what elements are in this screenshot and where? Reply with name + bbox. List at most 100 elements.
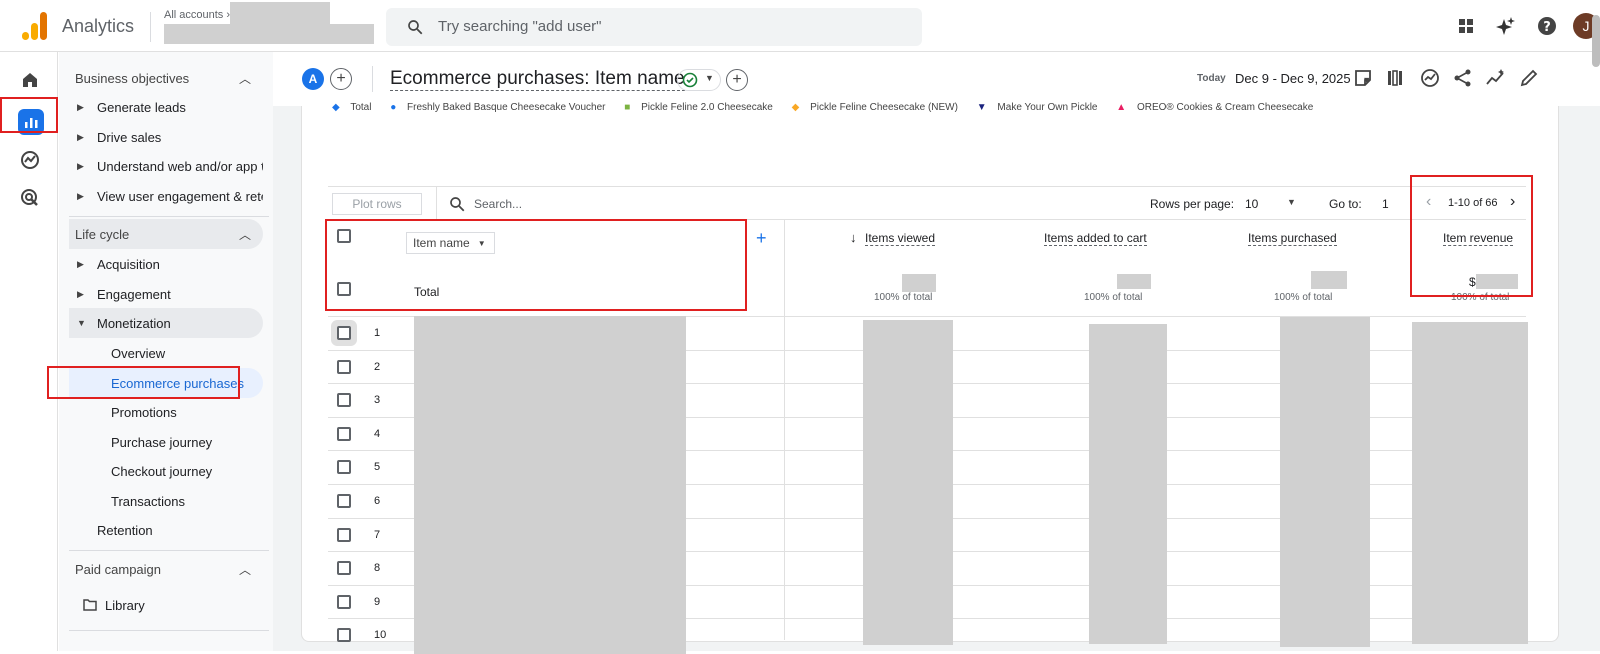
divider	[69, 216, 269, 217]
legend-item[interactable]: ■ Pickle Feline 2.0 Cheesecake	[624, 102, 781, 112]
square-marker-icon: ■	[624, 102, 631, 112]
legend-label: Total	[350, 102, 372, 112]
triangle-marker-icon: ▼	[976, 102, 987, 112]
comparison-avatar[interactable]: A	[302, 68, 324, 90]
insights-note-icon[interactable]	[1354, 69, 1372, 87]
sparkle-icon[interactable]	[1494, 14, 1518, 38]
sidebar-item-user-engagement[interactable]: ▶ View user engagement & rete...	[69, 181, 263, 211]
sidebar-item-label: View user engagement & rete...	[97, 188, 263, 204]
row-checkbox[interactable]	[337, 494, 351, 508]
legend-item[interactable]: ▼ Make Your Own Pickle	[977, 102, 1106, 112]
home-icon[interactable]	[20, 70, 40, 90]
section-paid-campaign[interactable]: Paid campaign ︿	[69, 554, 263, 584]
rows-per-page-select[interactable]: 10 ▼	[1245, 197, 1305, 211]
redacted-items-purchased	[1280, 317, 1370, 647]
sidebar-item-library[interactable]: Library	[69, 590, 263, 620]
explore-icon[interactable]	[20, 150, 40, 170]
analytics-logo-icon[interactable]	[22, 12, 48, 40]
sidebar-item-checkout-journey[interactable]: Checkout journey	[69, 456, 263, 486]
pct-of-total: 100% of total	[1274, 292, 1333, 303]
metric-header-items-viewed[interactable]: Items viewed	[865, 231, 936, 246]
sidebar-item-engagement[interactable]: ▶ Engagement	[69, 279, 263, 309]
circle-marker-icon: ●	[390, 102, 397, 112]
breadcrumb[interactable]: All accounts ›	[164, 9, 230, 21]
expand-triangle-icon: ▶	[77, 101, 84, 112]
table-search-input[interactable]: Search...	[474, 197, 522, 211]
caret-down-icon: ▼	[1287, 197, 1296, 207]
legend-item[interactable]: ▲ OREO® Cookies & Cream Cheesecake	[1116, 102, 1321, 112]
row-number: 1	[374, 327, 381, 339]
chart-legend: ◆ Total ● Freshly Baked Basque Cheesecak…	[332, 102, 1329, 112]
legend-item[interactable]: ● Freshly Baked Basque Cheesecake Vouche…	[390, 102, 613, 112]
date-preset-label[interactable]: Today	[1197, 73, 1226, 84]
sidebar-item-monetization[interactable]: ▼ Monetization	[69, 308, 263, 338]
sidebar-item-promotions[interactable]: Promotions	[69, 397, 263, 427]
goto-input[interactable]: 1	[1382, 197, 1389, 211]
section-life-cycle[interactable]: Life cycle ︿	[69, 219, 263, 249]
row-checkbox[interactable]	[337, 326, 351, 340]
edit-pencil-icon[interactable]	[1519, 68, 1539, 88]
advertising-icon[interactable]	[20, 188, 40, 208]
legend-label: Pickle Feline Cheesecake (NEW)	[810, 102, 958, 112]
row-checkbox[interactable]	[337, 527, 351, 542]
row-number: 3	[374, 394, 381, 407]
highlight-box-total-row	[325, 219, 747, 311]
search-input[interactable]: Try searching "add user"	[386, 8, 922, 46]
compare-trend-icon[interactable]	[1420, 68, 1440, 88]
sidebar-item-transactions[interactable]: Transactions	[69, 486, 263, 516]
sidebar-item-acquisition[interactable]: ▶ Acquisition	[69, 249, 263, 279]
plot-rows-button[interactable]: Plot rows	[332, 193, 422, 215]
svg-text:?: ?	[1543, 20, 1551, 35]
sidebar-item-understand-web[interactable]: ▶ Understand web and/or app t...	[69, 151, 263, 181]
sidebar: Business objectives ︿ ▶ Generate leads ▶ Dr…	[47, 52, 273, 651]
sidebar-item-retention[interactable]: Retention	[69, 515, 263, 545]
sidebar-item-drive-sales[interactable]: ▶ Drive sales	[69, 122, 263, 152]
redacted-property-name	[164, 24, 374, 44]
report-title-bar: A + Ecommerce purchases: Item name ▼ + T…	[273, 52, 1600, 106]
page-scrollbar[interactable]	[1592, 15, 1600, 67]
sidebar-item-label: Engagement	[97, 286, 171, 302]
sidebar-item-label: Generate leads	[97, 99, 186, 115]
row-checkbox[interactable]	[337, 561, 351, 576]
row-checkbox[interactable]	[337, 460, 351, 475]
metric-header-items-added-to-cart[interactable]: Items added to cart	[1044, 231, 1147, 246]
app-title[interactable]: Analytics	[62, 16, 134, 37]
sidebar-item-purchase-journey[interactable]: Purchase journey	[69, 427, 263, 457]
section-label: Life cycle	[75, 226, 130, 242]
main-content: A + Ecommerce purchases: Item name ▼ + T…	[273, 52, 1600, 654]
chevron-up-icon: ︿	[238, 227, 251, 242]
add-dimension-button[interactable]: +	[756, 228, 767, 249]
search-placeholder: Try searching "add user"	[438, 18, 602, 35]
insights-sparkline-icon[interactable]	[1485, 68, 1505, 88]
triangle-marker-icon: ▲	[1116, 102, 1127, 112]
sidebar-item-overview[interactable]: Overview	[69, 338, 263, 368]
sort-arrow-down-icon[interactable]: ↓	[850, 230, 857, 245]
legend-item[interactable]: ◆ Pickle Feline Cheesecake (NEW)	[792, 102, 966, 112]
row-checkbox[interactable]	[337, 393, 351, 408]
row-number: 10	[374, 629, 387, 642]
breadcrumb-label[interactable]: All accounts	[164, 9, 223, 21]
row-checkbox[interactable]	[337, 426, 351, 441]
legend-label: Pickle Feline 2.0 Cheesecake	[641, 102, 773, 112]
customize-columns-icon[interactable]	[1386, 69, 1404, 87]
metric-header-items-purchased[interactable]: Items purchased	[1248, 231, 1337, 246]
date-range-text: Dec 9 - Dec 9, 2025	[1235, 71, 1351, 86]
divider	[372, 66, 373, 92]
add-filter-button[interactable]: +	[726, 69, 748, 91]
share-icon[interactable]	[1453, 68, 1473, 88]
report-card: ◆ Total ● Freshly Baked Basque Cheesecak…	[301, 102, 1559, 654]
row-checkbox[interactable]	[337, 594, 351, 609]
row-checkbox[interactable]	[337, 628, 351, 643]
apps-grid-icon[interactable]	[1454, 14, 1478, 38]
legend-item[interactable]: ◆ Total	[332, 102, 379, 112]
highlight-box-item-revenue	[1410, 175, 1533, 297]
sidebar-item-label: Library	[105, 597, 145, 613]
section-business-objectives[interactable]: Business objectives ︿	[69, 63, 263, 93]
sidebar-item-generate-leads[interactable]: ▶ Generate leads	[69, 92, 263, 122]
add-comparison-button[interactable]: +	[330, 68, 352, 90]
help-icon[interactable]: ?	[1535, 14, 1559, 38]
date-range-picker[interactable]: Dec 9 - Dec 9, 2025 ▼	[1235, 71, 1371, 86]
row-checkbox[interactable]	[337, 359, 351, 374]
folder-icon	[83, 599, 97, 611]
status-dropdown[interactable]: ▼	[677, 69, 721, 91]
